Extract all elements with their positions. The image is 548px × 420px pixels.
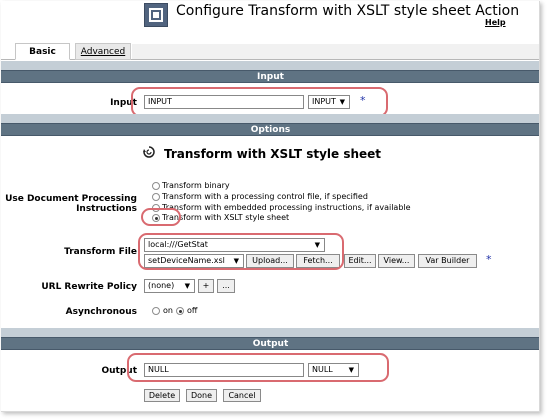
output-label: Output <box>101 366 137 376</box>
action-config-window: Configure Transform with XSLT style shee… <box>1 1 540 412</box>
highlight-output <box>127 353 389 382</box>
radio-transform-binary[interactable] <box>152 182 160 190</box>
tab-bar: Basic Advanced <box>1 43 539 60</box>
doc-processing-label-line1: Use Document Processing <box>5 194 137 204</box>
asynchronous-label: Asynchronous <box>65 307 137 317</box>
input-label: Input <box>110 98 137 108</box>
radio-label: Transform with a processing control file… <box>162 192 368 201</box>
radio-async-on[interactable] <box>152 307 160 315</box>
highlight-transform-file <box>138 233 344 270</box>
transform-file-label: Transform File <box>64 247 137 257</box>
radio-label: off <box>187 306 198 315</box>
output-section-header: Output <box>1 337 539 350</box>
transform-icon <box>143 146 155 158</box>
add-policy-button[interactable]: + <box>198 279 214 293</box>
done-button[interactable]: Done <box>186 389 217 402</box>
tab-advanced[interactable]: Advanced <box>75 43 131 60</box>
tab-basic[interactable]: Basic <box>15 43 70 60</box>
radio-label: Transform with embedded processing instr… <box>162 203 411 212</box>
url-rewrite-label: URL Rewrite Policy <box>41 282 137 292</box>
radio-processing-control-file[interactable] <box>152 193 160 201</box>
radio-label: Transform binary <box>162 181 230 190</box>
cancel-button[interactable]: Cancel <box>223 389 261 402</box>
var-builder-button[interactable]: Var Builder <box>418 254 477 268</box>
highlight-radio <box>141 208 181 226</box>
edit-button[interactable]: Edit... <box>344 254 376 268</box>
delete-button[interactable]: Delete <box>144 389 180 402</box>
radio-label: on <box>163 306 173 315</box>
edit-policy-button[interactable]: ... <box>217 279 235 293</box>
required-marker: * <box>486 253 492 266</box>
section-spacer <box>1 114 539 123</box>
radio-async-off[interactable] <box>176 307 184 315</box>
options-section-header: Options <box>1 123 539 136</box>
action-config-icon <box>144 3 168 27</box>
chevron-down-icon: ▼ <box>184 282 190 290</box>
radio-label: Transform with XSLT style sheet <box>162 213 290 222</box>
help-link[interactable]: Help <box>485 18 506 27</box>
section-spacer <box>1 61 539 70</box>
doc-processing-label-line2: Instructions <box>76 204 137 214</box>
view-button[interactable]: View... <box>378 254 415 268</box>
page-title: Configure Transform with XSLT style shee… <box>176 3 520 19</box>
url-rewrite-select[interactable]: (none) ▼ <box>144 279 195 293</box>
highlight-input <box>131 87 388 117</box>
section-spacer <box>1 328 539 337</box>
input-section-header: Input <box>1 70 539 83</box>
action-title: Transform with XSLT style sheet <box>164 147 382 161</box>
